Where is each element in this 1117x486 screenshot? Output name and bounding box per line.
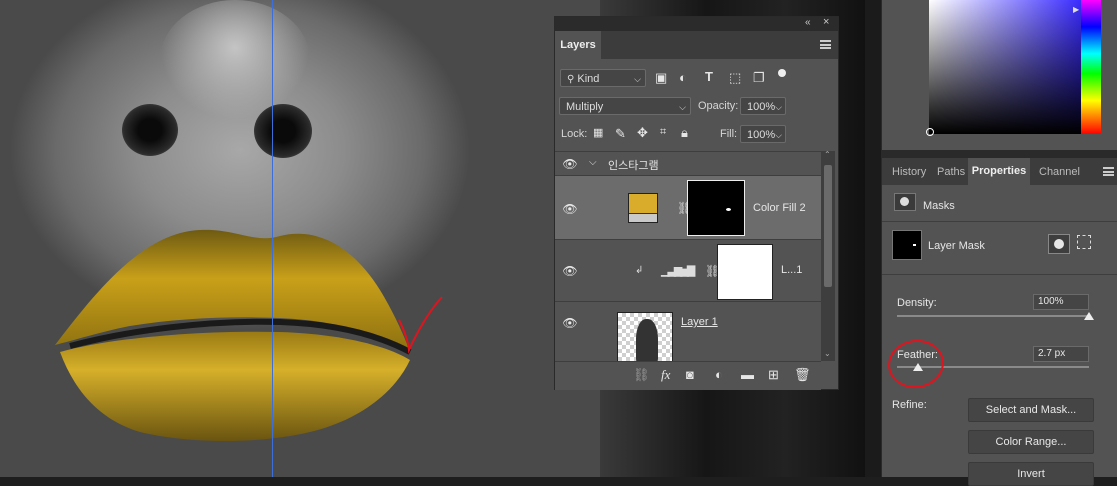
blend-mode-select[interactable]: Multiply ⌵ — [559, 97, 691, 115]
layer-name[interactable]: L...1 — [781, 264, 802, 276]
layers-footer: ⛓︎ fx ◙ ◐ ▬ ⊞ 🗑︎ — [555, 361, 821, 390]
adjustment-filter-icon[interactable]: ◐ — [679, 70, 687, 85]
lock-artboard-icon[interactable]: ⌗ — [660, 126, 666, 139]
right-dock: ▶ History Paths Properties Channel Masks… — [865, 0, 1117, 486]
lock-transparent-icon[interactable]: ▦ — [593, 126, 603, 139]
invert-button[interactable]: Invert — [968, 462, 1094, 486]
chevron-down-icon: ⌵ — [775, 130, 782, 140]
hue-slider-arrow-icon[interactable]: ▶ — [1073, 5, 1079, 14]
layers-scrollbar[interactable]: ⌃ ⌄ — [821, 150, 835, 361]
panel-top-strip: « × — [555, 16, 838, 31]
tab-properties[interactable]: Properties — [968, 158, 1030, 185]
filter-toggle-icon[interactable] — [778, 69, 786, 77]
filter-kind-select[interactable]: ⚲ Kind ⌵ — [560, 69, 646, 87]
refine-label: Refine: — [892, 399, 927, 411]
opacity-field[interactable]: 100% ⌵ — [740, 97, 786, 115]
type-filter-icon[interactable]: T — [705, 69, 713, 84]
new-group-icon[interactable]: ▬ — [741, 367, 754, 382]
color-picker-marker[interactable] — [926, 128, 934, 136]
layer-row-color-fill[interactable]: 👁︎ ⛓︎ Color Fill 2 — [555, 175, 821, 240]
layer-row-adjustment[interactable]: 👁︎ ↲ ▁▃▆▅▇ ⛓︎ L...1 — [555, 239, 821, 302]
tab-layers[interactable]: Layers — [555, 31, 601, 59]
layer-name[interactable]: Layer 1 — [681, 316, 718, 328]
close-icon[interactable]: × — [823, 16, 829, 28]
group-name: 인스타그램 — [608, 160, 659, 172]
image-filter-icon[interactable]: ▣ — [655, 70, 667, 86]
fx-icon[interactable]: fx — [661, 367, 670, 383]
feather-field[interactable]: 2.7 px — [1033, 346, 1089, 362]
visibility-eye-icon[interactable]: 👁︎ — [560, 316, 580, 330]
add-mask-icon[interactable]: ◙ — [686, 367, 694, 382]
density-label: Density: — [897, 297, 937, 309]
vertical-guide-line[interactable] — [272, 0, 273, 477]
scrollbar-thumb[interactable] — [824, 165, 832, 287]
trash-icon[interactable]: 🗑︎ — [794, 367, 811, 383]
layer-mask-thumbnail[interactable] — [687, 180, 745, 236]
saturation-brightness-field[interactable] — [929, 0, 1081, 134]
levels-histogram-icon[interactable]: ▁▃▆▅▇ — [661, 264, 695, 277]
lock-all-icon[interactable]: 🔒︎ — [681, 125, 688, 141]
group-expand-chevron-icon[interactable]: ⌵ — [589, 157, 597, 168]
panel-menu-icon[interactable] — [820, 40, 831, 49]
select-and-mask-button[interactable]: Select and Mask... — [968, 398, 1094, 422]
fill-field[interactable]: 100% ⌵ — [740, 125, 786, 143]
new-layer-icon[interactable]: ⊞ — [768, 367, 779, 383]
color-fill-swatch[interactable] — [628, 193, 658, 223]
masks-label: Masks — [923, 200, 955, 212]
adjustment-layer-icon[interactable]: ◐ — [715, 367, 723, 382]
adjustment-mask-thumbnail[interactable] — [717, 244, 773, 300]
layer-mask-label: Layer Mask — [928, 240, 985, 252]
pixel-mask-button[interactable] — [1048, 234, 1070, 254]
lower-lip — [60, 331, 410, 441]
lock-position-icon[interactable]: ✥ — [637, 125, 648, 141]
panel-menu-icon[interactable] — [1103, 167, 1114, 176]
visibility-eye-icon[interactable]: 👁︎ — [560, 202, 580, 216]
tab-paths[interactable]: Paths — [937, 166, 965, 178]
link-layers-icon[interactable]: ⛓︎ — [633, 367, 650, 383]
layer-mask-row: Layer Mask — [882, 222, 1117, 275]
fill-label: Fill: — [720, 128, 738, 140]
image-layer-thumbnail[interactable] — [617, 312, 673, 362]
visibility-eye-icon[interactable]: 👁︎ — [560, 157, 580, 171]
search-icon: ⚲ — [567, 74, 575, 85]
layer-name[interactable]: Color Fill 2 — [753, 202, 806, 214]
smart-object-filter-icon[interactable]: ❐ — [753, 70, 765, 86]
layers-panel: « × Layers ⚲ Kind ⌵ ▣ ◐ T ⬚ ❐ Multiply ⌵… — [554, 16, 839, 390]
layer-group-row[interactable]: 👁︎ ⌵ 인스타그램 — [555, 151, 821, 176]
properties-panel: Masks Layer Mask Density: 100% Feather: … — [882, 185, 1117, 486]
chevron-down-icon: ⌵ — [634, 74, 641, 84]
density-slider-track[interactable] — [897, 315, 1089, 317]
collapse-icon[interactable]: « — [805, 17, 811, 28]
chevron-down-icon: ⌵ — [679, 102, 686, 112]
masks-header: Masks — [882, 185, 1117, 222]
hue-slider[interactable] — [1081, 0, 1101, 134]
layer-mask-preview[interactable] — [892, 230, 922, 260]
tab-channels[interactable]: Channel — [1039, 166, 1080, 178]
chevron-down-icon: ⌵ — [775, 102, 782, 112]
lock-label: Lock: — [561, 128, 588, 140]
density-slider-thumb[interactable] — [1084, 312, 1094, 320]
vector-mask-button[interactable] — [1077, 235, 1091, 249]
tab-history[interactable]: History — [892, 166, 926, 178]
annotation-circle — [884, 336, 948, 392]
visibility-eye-icon[interactable]: 👁︎ — [560, 264, 580, 278]
mask-icon — [894, 193, 916, 211]
color-range-button[interactable]: Color Range... — [968, 430, 1094, 454]
lock-pixels-icon[interactable]: ✎ — [615, 126, 626, 142]
dock-divider — [865, 0, 881, 477]
opacity-label: Opacity: — [698, 100, 739, 112]
density-field[interactable]: 100% — [1033, 294, 1089, 310]
clipping-arrow-icon: ↲ — [635, 265, 644, 276]
layer-row-image[interactable]: 👁︎ Layer 1 — [555, 301, 821, 362]
color-panel: ▶ — [882, 0, 1117, 150]
shape-filter-icon[interactable]: ⬚ — [729, 70, 741, 86]
